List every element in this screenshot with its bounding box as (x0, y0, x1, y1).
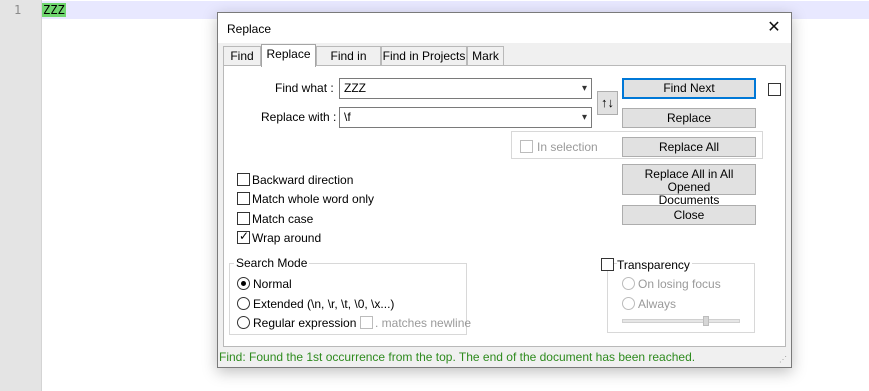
dialog-title: Replace (227, 22, 272, 36)
in-selection-label: In selection (537, 140, 598, 154)
always-radio[interactable] (622, 297, 635, 310)
transparency-checkbox[interactable] (601, 258, 614, 271)
editor-text-match[interactable]: ZZZ (42, 3, 66, 17)
swap-icon[interactable]: ↑↓ (597, 91, 618, 115)
wrap-around-label: Wrap around (252, 231, 322, 245)
status-message: Find: Found the 1st occurrence from the … (219, 350, 696, 364)
match-case-checkbox[interactable] (237, 212, 250, 225)
chevron-down-icon[interactable]: ▾ (582, 79, 587, 98)
find-what-value: ZZZ (344, 81, 366, 95)
on-losing-focus-radio[interactable] (622, 277, 635, 290)
tab-find-in-files[interactable]: Find in Files (316, 46, 381, 81)
tab-find-in-projects[interactable]: Find in Projects (381, 46, 467, 66)
matches-newline-label: . matches newline (375, 316, 472, 330)
always-label: Always (638, 297, 677, 311)
extended-radio[interactable] (237, 297, 250, 310)
normal-radio[interactable] (237, 277, 250, 290)
search-mode-title: Search Mode (234, 256, 310, 270)
replace-all-button[interactable]: Replace All (622, 137, 756, 157)
normal-label: Normal (253, 277, 292, 291)
tab-find[interactable]: Find (223, 46, 261, 66)
regex-radio[interactable] (237, 316, 250, 329)
dialog-title-bar: Replace ✕ (218, 13, 791, 43)
extended-label: Extended (\n, \r, \t, \0, \x...) (253, 297, 395, 311)
chevron-down-icon[interactable]: ▾ (582, 108, 587, 127)
resize-grip-icon[interactable]: ⋰ (779, 355, 789, 365)
replace-with-value: \f (344, 110, 351, 124)
replace-with-combobox[interactable]: \f ▾ (339, 107, 592, 128)
radio-selected-dot (241, 281, 246, 286)
transparency-slider-thumb[interactable] (703, 316, 709, 326)
backward-direction-checkbox[interactable] (237, 173, 250, 186)
find-next-button[interactable]: Find Next (622, 78, 756, 99)
regex-label: Regular expression (253, 316, 357, 330)
backward-direction-label: Backward direction (252, 173, 354, 187)
line-number-gutter: 1 (0, 0, 42, 391)
line-number: 1 (14, 3, 22, 17)
replace-dialog: Replace ✕ Find Replace Find in Files Fin… (217, 12, 792, 368)
replace-panel: Find what : ZZZ ▾ Replace with : \f ▾ ↑↓… (223, 65, 786, 347)
match-whole-word-label: Match whole word only (252, 192, 375, 206)
close-button[interactable]: Close (622, 205, 756, 225)
replace-button[interactable]: Replace (622, 108, 756, 128)
wrap-around-checkbox[interactable]: ✓ (237, 229, 250, 244)
replace-all-opened-button[interactable]: Replace All in All Opened Documents (622, 164, 756, 207)
match-whole-word-checkbox[interactable] (237, 192, 250, 205)
matches-newline-checkbox[interactable] (360, 316, 373, 329)
extra-option-checkbox[interactable] (768, 83, 781, 96)
tab-mark[interactable]: Mark (467, 46, 504, 66)
in-selection-checkbox[interactable] (520, 140, 533, 153)
transparency-label: Transparency (617, 258, 692, 272)
close-icon[interactable]: ✕ (763, 18, 785, 38)
tab-replace[interactable]: Replace (261, 44, 316, 67)
find-what-combobox[interactable]: ZZZ ▾ (339, 78, 592, 99)
replace-with-label: Replace with : (261, 110, 337, 124)
find-what-label: Find what : (275, 81, 334, 95)
replace-all-opened-label-line1: Replace All in All Opened (644, 167, 734, 194)
transparency-slider[interactable] (622, 319, 740, 323)
on-losing-focus-label: On losing focus (638, 277, 721, 291)
check-icon: ✓ (239, 229, 250, 243)
match-case-label: Match case (252, 212, 314, 226)
